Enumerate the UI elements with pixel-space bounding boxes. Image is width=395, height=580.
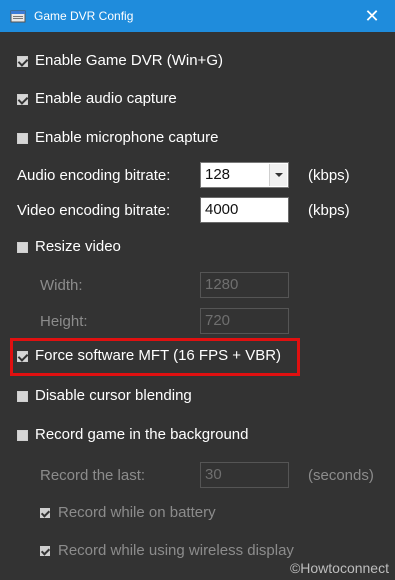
enable-mic-capture-label: Enable microphone capture (35, 129, 219, 146)
option-enable-mic-capture[interactable]: Enable microphone capture (0, 129, 395, 149)
record-last-input[interactable]: 30 (200, 462, 289, 488)
option-disable-cursor-blending[interactable]: Disable cursor blending (0, 387, 395, 407)
width-row: Width: 1280 (0, 272, 395, 300)
enable-audio-capture-label: Enable audio capture (35, 90, 177, 107)
height-input[interactable]: 720 (200, 308, 289, 334)
record-last-label: Record the last: (40, 467, 146, 484)
height-value: 720 (205, 312, 231, 329)
window-title: Game DVR Config (34, 9, 134, 23)
chevron-down-icon[interactable] (269, 164, 287, 186)
watermark: ©Howtoconnect (289, 560, 389, 576)
resize-video-label: Resize video (35, 238, 121, 255)
force-software-mft-label: Force software MFT (16 FPS + VBR) (35, 347, 282, 364)
close-button[interactable]: ✕ (349, 0, 395, 32)
disable-cursor-blending-label: Disable cursor blending (35, 387, 192, 404)
audio-bitrate-row: Audio encoding bitrate: 128 (kbps) (0, 162, 395, 190)
video-bitrate-value: 4000 (205, 201, 239, 218)
close-icon: ✕ (364, 5, 380, 26)
record-on-battery-label: Record while on battery (58, 504, 216, 521)
option-resize-video[interactable]: Resize video (0, 238, 395, 258)
video-bitrate-input[interactable]: 4000 (200, 197, 289, 223)
audio-bitrate-label: Audio encoding bitrate: (17, 167, 171, 184)
video-bitrate-row: Video encoding bitrate: 4000 (kbps) (0, 197, 395, 225)
audio-bitrate-value: 128 (205, 166, 231, 183)
record-background-label: Record game in the background (35, 426, 249, 443)
record-wireless-checkbox[interactable] (40, 546, 50, 556)
option-force-software-mft[interactable]: Force software MFT (16 FPS + VBR) (0, 347, 395, 367)
option-record-wireless[interactable]: Record while using wireless display (0, 542, 395, 562)
option-record-on-battery[interactable]: Record while on battery (0, 504, 395, 524)
audio-bitrate-unit: (kbps) (308, 167, 350, 184)
title-bar[interactable]: Game DVR Config ✕ (0, 0, 395, 32)
record-background-checkbox[interactable] (17, 430, 28, 441)
video-bitrate-label: Video encoding bitrate: (17, 202, 171, 219)
disable-cursor-blending-checkbox[interactable] (17, 391, 28, 402)
enable-mic-capture-checkbox[interactable] (17, 133, 28, 144)
record-last-unit: (seconds) (308, 467, 374, 484)
record-last-value: 30 (205, 466, 222, 483)
force-software-mft-checkbox[interactable] (17, 351, 28, 362)
audio-bitrate-select[interactable]: 128 (200, 162, 289, 188)
app-icon (10, 10, 26, 23)
width-label: Width: (40, 277, 83, 294)
option-record-background[interactable]: Record game in the background (0, 426, 395, 446)
width-input[interactable]: 1280 (200, 272, 289, 298)
video-bitrate-unit: (kbps) (308, 202, 350, 219)
option-enable-audio-capture[interactable]: Enable audio capture (0, 90, 395, 110)
enable-audio-capture-checkbox[interactable] (17, 94, 28, 105)
record-on-battery-checkbox[interactable] (40, 508, 50, 518)
game-dvr-config-window: Game DVR Config ✕ Enable Game DVR (Win+G… (0, 0, 395, 580)
record-wireless-label: Record while using wireless display (58, 542, 294, 559)
width-value: 1280 (205, 276, 239, 293)
resize-video-checkbox[interactable] (17, 242, 28, 253)
option-enable-game-dvr[interactable]: Enable Game DVR (Win+G) (0, 52, 395, 72)
record-last-row: Record the last: 30 (seconds) (0, 462, 395, 490)
height-row: Height: 720 (0, 308, 395, 336)
enable-game-dvr-checkbox[interactable] (17, 56, 28, 67)
enable-game-dvr-label: Enable Game DVR (Win+G) (35, 52, 223, 69)
height-label: Height: (40, 313, 88, 330)
